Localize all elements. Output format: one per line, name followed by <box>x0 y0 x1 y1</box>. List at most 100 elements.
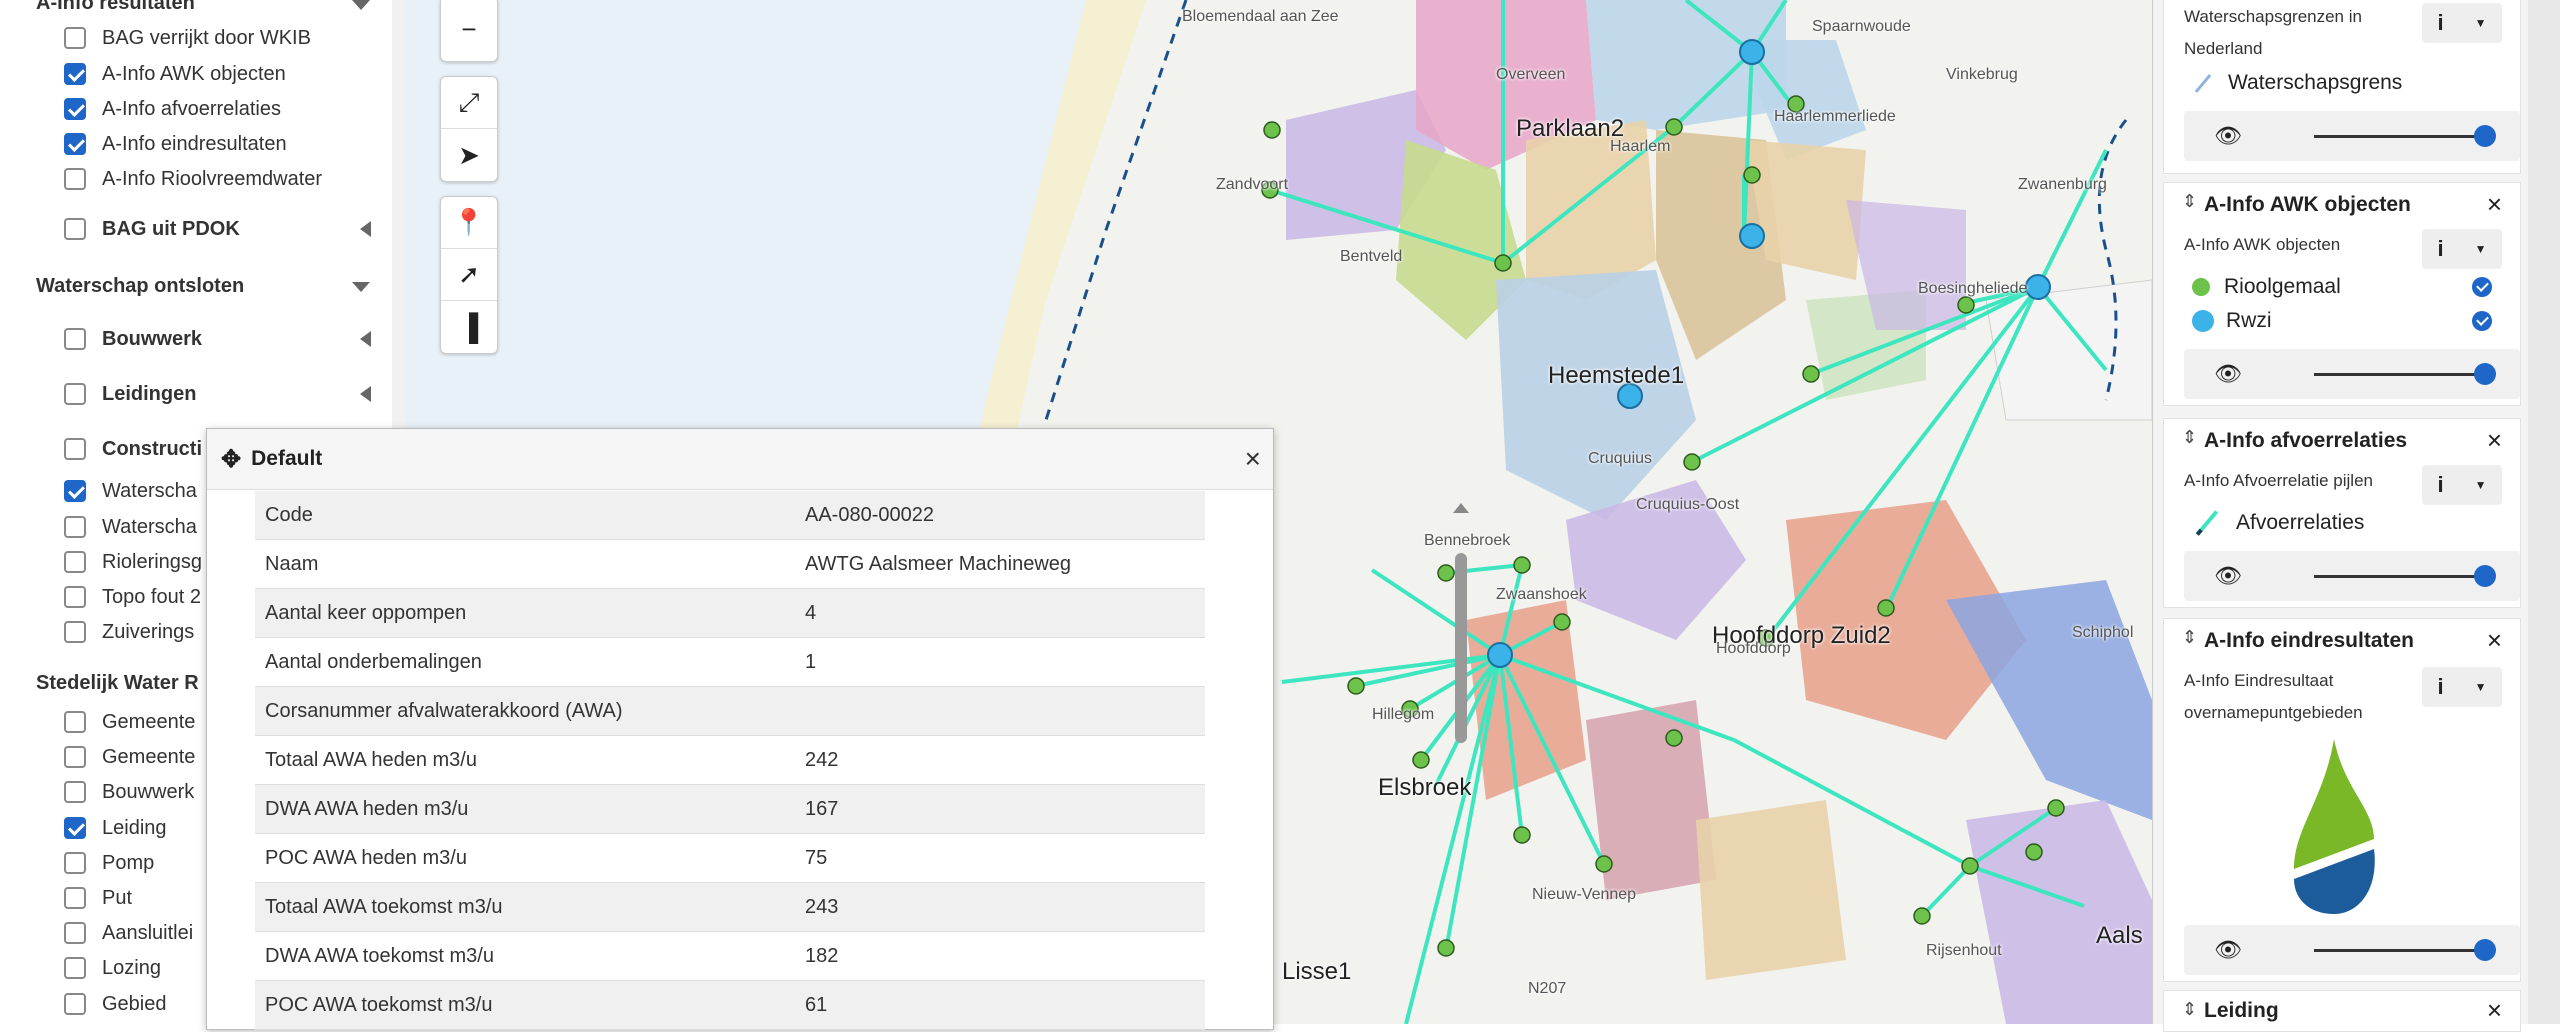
group-waterschap[interactable]: Waterschap ontsloten <box>36 275 244 298</box>
legend-card-waterschap: Waterschapsgrenzen in Nederland i ▼ Water… <box>2163 0 2521 174</box>
checkbox[interactable] <box>64 516 86 538</box>
info-button[interactable]: i ▼ <box>2422 3 2502 43</box>
measure-button[interactable]: ▐ <box>441 301 497 353</box>
layer-item[interactable]: Gebied <box>64 987 167 1021</box>
group-ainfo[interactable]: A-Info resultaten <box>36 0 195 15</box>
eye-icon[interactable]: 👁 <box>2214 563 2242 589</box>
layer-item[interactable]: Gemeente <box>64 705 195 739</box>
layer-item[interactable]: Waterscha <box>64 510 197 544</box>
chevron-down-icon[interactable] <box>352 282 370 292</box>
opacity-slider-track[interactable] <box>2314 373 2484 376</box>
layer-item[interactable]: Lozing <box>64 951 161 985</box>
eye-icon[interactable]: 👁 <box>2214 123 2242 149</box>
layer-item[interactable]: A-Info Rioolvreemdwater <box>64 162 322 196</box>
checkbox[interactable] <box>64 551 86 573</box>
layer-group-bag-pdok[interactable]: BAG uit PDOK <box>64 212 240 246</box>
checkbox[interactable] <box>64 993 86 1015</box>
group-stedelijk[interactable]: Stedelijk Water R <box>36 672 199 695</box>
checkbox[interactable] <box>64 746 86 768</box>
sort-icon[interactable]: ⇕ <box>2182 999 2197 1020</box>
sort-icon[interactable]: ⇕ <box>2182 427 2197 448</box>
chevron-left-icon[interactable] <box>360 221 371 237</box>
layer-item[interactable]: Waterscha <box>64 474 197 508</box>
layer-item[interactable]: Leiding <box>64 811 167 845</box>
checkbox[interactable] <box>64 98 86 120</box>
rwzi-symbol-icon <box>2192 310 2214 332</box>
layer-item[interactable]: BAG verrijkt door WKIB <box>64 21 311 55</box>
checkbox[interactable] <box>64 63 86 85</box>
legend-subtitle: A-Info Afvoerrelatie pijlen <box>2184 471 2373 490</box>
fullscreen-button[interactable]: ⤢ <box>441 77 497 129</box>
scroll-up-icon[interactable] <box>1453 503 1469 513</box>
layer-item[interactable]: A-Info eindresultaten <box>64 127 287 161</box>
check-icon[interactable] <box>2472 277 2492 297</box>
legend-card-awk: ⇕ A-Info AWK objecten × A-Info AWK objec… <box>2163 182 2521 406</box>
opacity-slider-knob[interactable] <box>2474 125 2496 147</box>
sort-icon[interactable]: ⇕ <box>2182 191 2197 212</box>
opacity-slider-track[interactable] <box>2314 135 2484 138</box>
checkbox[interactable] <box>64 218 86 240</box>
layer-item[interactable]: Leidingen <box>64 377 196 411</box>
checkbox[interactable] <box>64 328 86 350</box>
move-icon[interactable]: ✥ <box>221 445 241 474</box>
check-icon[interactable] <box>2472 311 2492 331</box>
checkbox[interactable] <box>64 27 86 49</box>
scrollbar-thumb[interactable] <box>1455 553 1467 743</box>
checkbox[interactable] <box>64 480 86 502</box>
info-button[interactable]: i ▼ <box>2422 229 2502 269</box>
checkbox[interactable] <box>64 621 86 643</box>
close-icon[interactable]: × <box>2487 425 2502 456</box>
close-icon[interactable]: × <box>2487 189 2502 220</box>
popup-title: Default <box>251 447 323 470</box>
checkbox[interactable] <box>64 887 86 909</box>
table-row: Aantal onderbemalingen 1 <box>255 637 1205 687</box>
layer-item[interactable]: Topo fout 2 <box>64 580 201 614</box>
info-button[interactable]: i ▼ <box>2422 465 2502 505</box>
opacity-slider-track[interactable] <box>2314 949 2484 952</box>
locate-button[interactable]: ➤ <box>441 129 497 181</box>
select-button[interactable]: ➚ <box>441 249 497 301</box>
opacity-slider-track[interactable] <box>2314 575 2484 578</box>
checkbox[interactable] <box>64 133 86 155</box>
layer-item[interactable]: Constructi <box>64 432 202 466</box>
eye-icon[interactable]: 👁 <box>2214 361 2242 387</box>
close-icon[interactable]: × <box>2487 625 2502 656</box>
eye-icon[interactable]: 👁 <box>2214 937 2242 963</box>
layer-item[interactable]: Bouwwerk <box>64 775 194 809</box>
checkbox[interactable] <box>64 586 86 608</box>
layer-item[interactable]: Gemeente <box>64 740 195 774</box>
checkbox[interactable] <box>64 922 86 944</box>
checkbox[interactable] <box>64 711 86 733</box>
sort-icon[interactable]: ⇕ <box>2182 627 2197 648</box>
layer-item[interactable]: Pomp <box>64 846 154 880</box>
popup-header[interactable]: ✥ Default <box>207 429 1273 490</box>
checkbox[interactable] <box>64 781 86 803</box>
layer-item[interactable]: Rioleringsg <box>64 545 202 579</box>
opacity-slider-knob[interactable] <box>2474 565 2496 587</box>
info-button[interactable]: i ▼ <box>2422 667 2502 707</box>
layer-item[interactable]: Aansluitlei <box>64 916 193 950</box>
checkbox[interactable] <box>64 957 86 979</box>
chevron-left-icon[interactable] <box>360 386 371 402</box>
checkbox[interactable] <box>64 383 86 405</box>
layer-item[interactable]: Bouwwerk <box>64 322 202 356</box>
checkbox[interactable] <box>64 852 86 874</box>
opacity-slider-knob[interactable] <box>2474 939 2496 961</box>
layer-item[interactable]: Zuiverings <box>64 615 194 649</box>
layer-item[interactable]: A-Info AWK objecten <box>64 57 286 91</box>
pin-button[interactable]: 📍 <box>441 197 497 249</box>
chevron-down-icon[interactable] <box>352 0 370 10</box>
checkbox[interactable] <box>64 817 86 839</box>
close-icon[interactable]: × <box>1245 443 1261 475</box>
close-icon[interactable]: × <box>2487 995 2502 1026</box>
opacity-slider-knob[interactable] <box>2474 363 2496 385</box>
map-label: Schiphol <box>2072 624 2134 641</box>
layer-item[interactable]: A-Info afvoerrelaties <box>64 92 281 126</box>
legend-subtitle: Waterschapsgrenzen in Nederland <box>2184 7 2362 58</box>
zoom-out-button[interactable]: − <box>441 0 497 61</box>
chevron-left-icon[interactable] <box>360 331 371 347</box>
popup-scrollbar[interactable] <box>1453 499 1469 1019</box>
layer-item[interactable]: Put <box>64 881 132 915</box>
checkbox[interactable] <box>64 168 86 190</box>
checkbox[interactable] <box>64 438 86 460</box>
